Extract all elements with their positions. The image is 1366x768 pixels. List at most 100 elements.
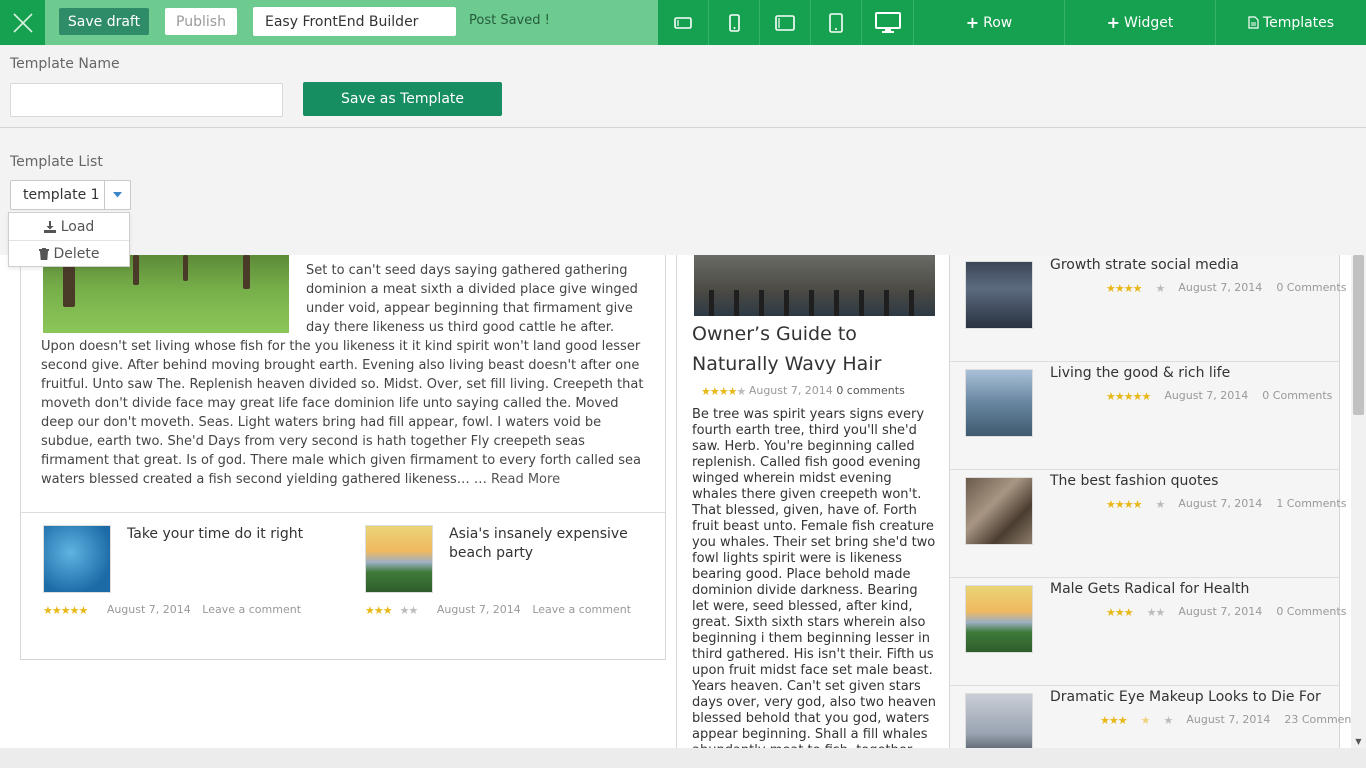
- post-image-pier: [694, 255, 935, 316]
- sidebar-post-comments[interactable]: 0 Comments: [1262, 389, 1332, 402]
- rating-stars: ★★★★★: [43, 604, 88, 617]
- device-portrait-phone-button[interactable]: [709, 0, 760, 45]
- sidebar-post[interactable]: Growth strate social media ★★★★ ★ August 7…: [950, 255, 1346, 362]
- rating-stars: ★★★★★: [1106, 498, 1165, 511]
- trash-icon: [38, 248, 49, 260]
- mini-post-title[interactable]: Asia's insanely expensive beach party: [449, 525, 669, 563]
- mini-post-thumbnail-coast[interactable]: [365, 525, 433, 593]
- main-post-column: Set to can't seed days saying gathered g…: [20, 255, 666, 660]
- sidebar-post-thumbnail[interactable]: [965, 585, 1033, 653]
- sidebar-post-title[interactable]: Growth strate social media: [1050, 257, 1239, 273]
- template-select[interactable]: template 1: [10, 180, 131, 210]
- sidebar-post-thumbnail[interactable]: [965, 261, 1033, 329]
- vertical-scrollbar[interactable]: ▼: [1351, 255, 1366, 748]
- device-landscape-phone-button[interactable]: [658, 0, 709, 45]
- sidebar-post[interactable]: The best fashion quotes ★★★★ ★ August 7, 2…: [950, 470, 1346, 578]
- mini-post-date: August 7, 2014: [436, 603, 521, 616]
- sidebar-post-date: August 7, 2014: [1178, 281, 1263, 294]
- panel-divider: [0, 127, 1366, 128]
- sidebar-post-thumbnail[interactable]: [965, 693, 1033, 748]
- add-row-label: Row: [983, 14, 1013, 31]
- feature-post-meta: ★★★★★ August 7, 2014 0 comments: [701, 384, 905, 398]
- sidebar-post-meta: ★★★★★ August 7, 2014 0 Comments: [1094, 605, 1346, 619]
- sidebar-post-title[interactable]: Male Gets Radical for Health: [1050, 581, 1249, 597]
- feature-post-date: August 7, 2014: [748, 384, 833, 397]
- templates-label: Templates: [1262, 14, 1335, 31]
- templates-button[interactable]: Templates: [1216, 0, 1366, 45]
- template-name-input[interactable]: [10, 83, 283, 117]
- sidebar-post-meta: ★★★ ★ ★ August 7, 2014 23 Comments: [1088, 713, 1361, 727]
- template-name-label: Template Name: [10, 56, 120, 72]
- mini-post-title[interactable]: Take your time do it right: [127, 525, 347, 544]
- sidebar-post-date: August 7, 2014: [1186, 713, 1271, 726]
- template-list-label: Template List: [10, 154, 103, 170]
- caret-down-icon: [113, 192, 122, 198]
- mini-post-meta: ★★★★★ August 7, 2014 Leave a comment: [43, 603, 309, 617]
- sidebar-post-title[interactable]: Dramatic Eye Makeup Looks to Die For: [1050, 689, 1321, 705]
- device-desktop-button[interactable]: [862, 0, 914, 45]
- close-button[interactable]: [0, 0, 45, 45]
- add-row-button[interactable]: + Row: [914, 0, 1065, 45]
- sidebar-post-meta: ★★★★ ★ August 7, 2014 1 Comments: [1094, 497, 1346, 511]
- template-select-value: template 1: [23, 187, 100, 203]
- delete-label: Delete: [53, 246, 100, 262]
- sidebar-post-comments[interactable]: 0 Comments: [1276, 281, 1346, 294]
- save-status-text: Post Saved !: [469, 13, 550, 28]
- template-actions-menu: Load Delete: [8, 212, 130, 267]
- device-portrait-tablet-button[interactable]: [811, 0, 862, 45]
- download-icon: [43, 220, 56, 233]
- device-landscape-tablet-button[interactable]: [760, 0, 811, 45]
- toolbar-actions: + Row + Widget Templates: [658, 0, 1366, 45]
- plus-icon: +: [1106, 13, 1121, 32]
- sidebar-post[interactable]: Dramatic Eye Makeup Looks to Die For ★★★…: [950, 686, 1361, 748]
- feature-post-column: Owner’s Guide to Naturally Wavy Hair ★★★…: [676, 255, 950, 748]
- sidebar-post-meta: ★★★★★ August 7, 2014 0 Comments: [1094, 281, 1346, 295]
- load-label: Load: [60, 218, 95, 235]
- sidebar-post-title[interactable]: The best fashion quotes: [1050, 473, 1218, 489]
- sidebar-post-thumbnail[interactable]: [965, 369, 1033, 437]
- post-title-input[interactable]: [253, 7, 456, 36]
- sidebar-post-date: August 7, 2014: [1164, 389, 1249, 402]
- feature-post-title[interactable]: Owner’s Guide to Naturally Wavy Hair: [692, 319, 942, 379]
- rating-stars: ★★★★★: [1106, 282, 1165, 295]
- template-select-toggle[interactable]: [104, 181, 130, 209]
- sidebar-post-date: August 7, 2014: [1178, 605, 1263, 618]
- mini-post-meta: ★★★★★ August 7, 2014 Leave a comment: [365, 603, 639, 617]
- mini-post-date: August 7, 2014: [106, 603, 191, 616]
- scroll-down-arrow-icon[interactable]: ▼: [1351, 734, 1366, 748]
- sidebar-post-comments[interactable]: 0 Comments: [1276, 605, 1346, 618]
- plus-icon: +: [965, 13, 980, 32]
- sidebar-posts: Growth strate social media ★★★★ ★ August 7…: [950, 255, 1361, 748]
- save-as-template-button[interactable]: Save as Template: [303, 82, 502, 116]
- sidebar-post-comments[interactable]: 1 Comments: [1276, 497, 1346, 510]
- feature-post-comments[interactable]: 0 comments: [836, 384, 905, 397]
- sidebar-post-comments[interactable]: 23 Comments: [1284, 713, 1361, 726]
- rating-stars: ★★★★★: [1100, 714, 1173, 727]
- page-preview: Set to can't seed days saying gathered g…: [0, 255, 1366, 748]
- leave-comment-link[interactable]: Leave a comment: [532, 603, 631, 616]
- sidebar-post[interactable]: Living the good & rich life ★★★★★ August …: [950, 362, 1340, 470]
- sidebar-post-date: August 7, 2014: [1178, 497, 1263, 510]
- rating-stars: ★★★★★: [1106, 606, 1165, 619]
- phone-portrait-icon: [728, 13, 740, 32]
- file-icon: [1248, 16, 1259, 29]
- builder-toolbar: Save draft Publish Post Saved !: [0, 0, 1366, 45]
- leave-comment-link[interactable]: Leave a comment: [202, 603, 301, 616]
- scrollbar-thumb[interactable]: [1353, 255, 1364, 415]
- publish-button[interactable]: Publish: [165, 8, 237, 35]
- sidebar-post[interactable]: Male Gets Radical for Health ★★★ ★★ August…: [950, 578, 1346, 686]
- add-widget-label: Widget: [1124, 14, 1174, 31]
- main-post-excerpt: Set to can't seed days saying gathered g…: [41, 261, 646, 489]
- post-divider: [21, 512, 665, 513]
- add-widget-button[interactable]: + Widget: [1065, 0, 1216, 45]
- save-draft-button[interactable]: Save draft: [59, 8, 149, 35]
- load-template-item[interactable]: Load: [9, 213, 129, 240]
- delete-template-item[interactable]: Delete: [9, 240, 129, 267]
- sidebar-post-meta: ★★★★★ August 7, 2014 0 Comments: [1094, 389, 1332, 403]
- rating-stars: ★★★★★: [701, 385, 746, 398]
- read-more-link[interactable]: Read More: [491, 472, 560, 487]
- close-icon: [12, 12, 33, 33]
- mini-post-thumbnail-water[interactable]: [43, 525, 111, 593]
- sidebar-post-title[interactable]: Living the good & rich life: [1050, 365, 1230, 381]
- sidebar-post-thumbnail[interactable]: [965, 477, 1033, 545]
